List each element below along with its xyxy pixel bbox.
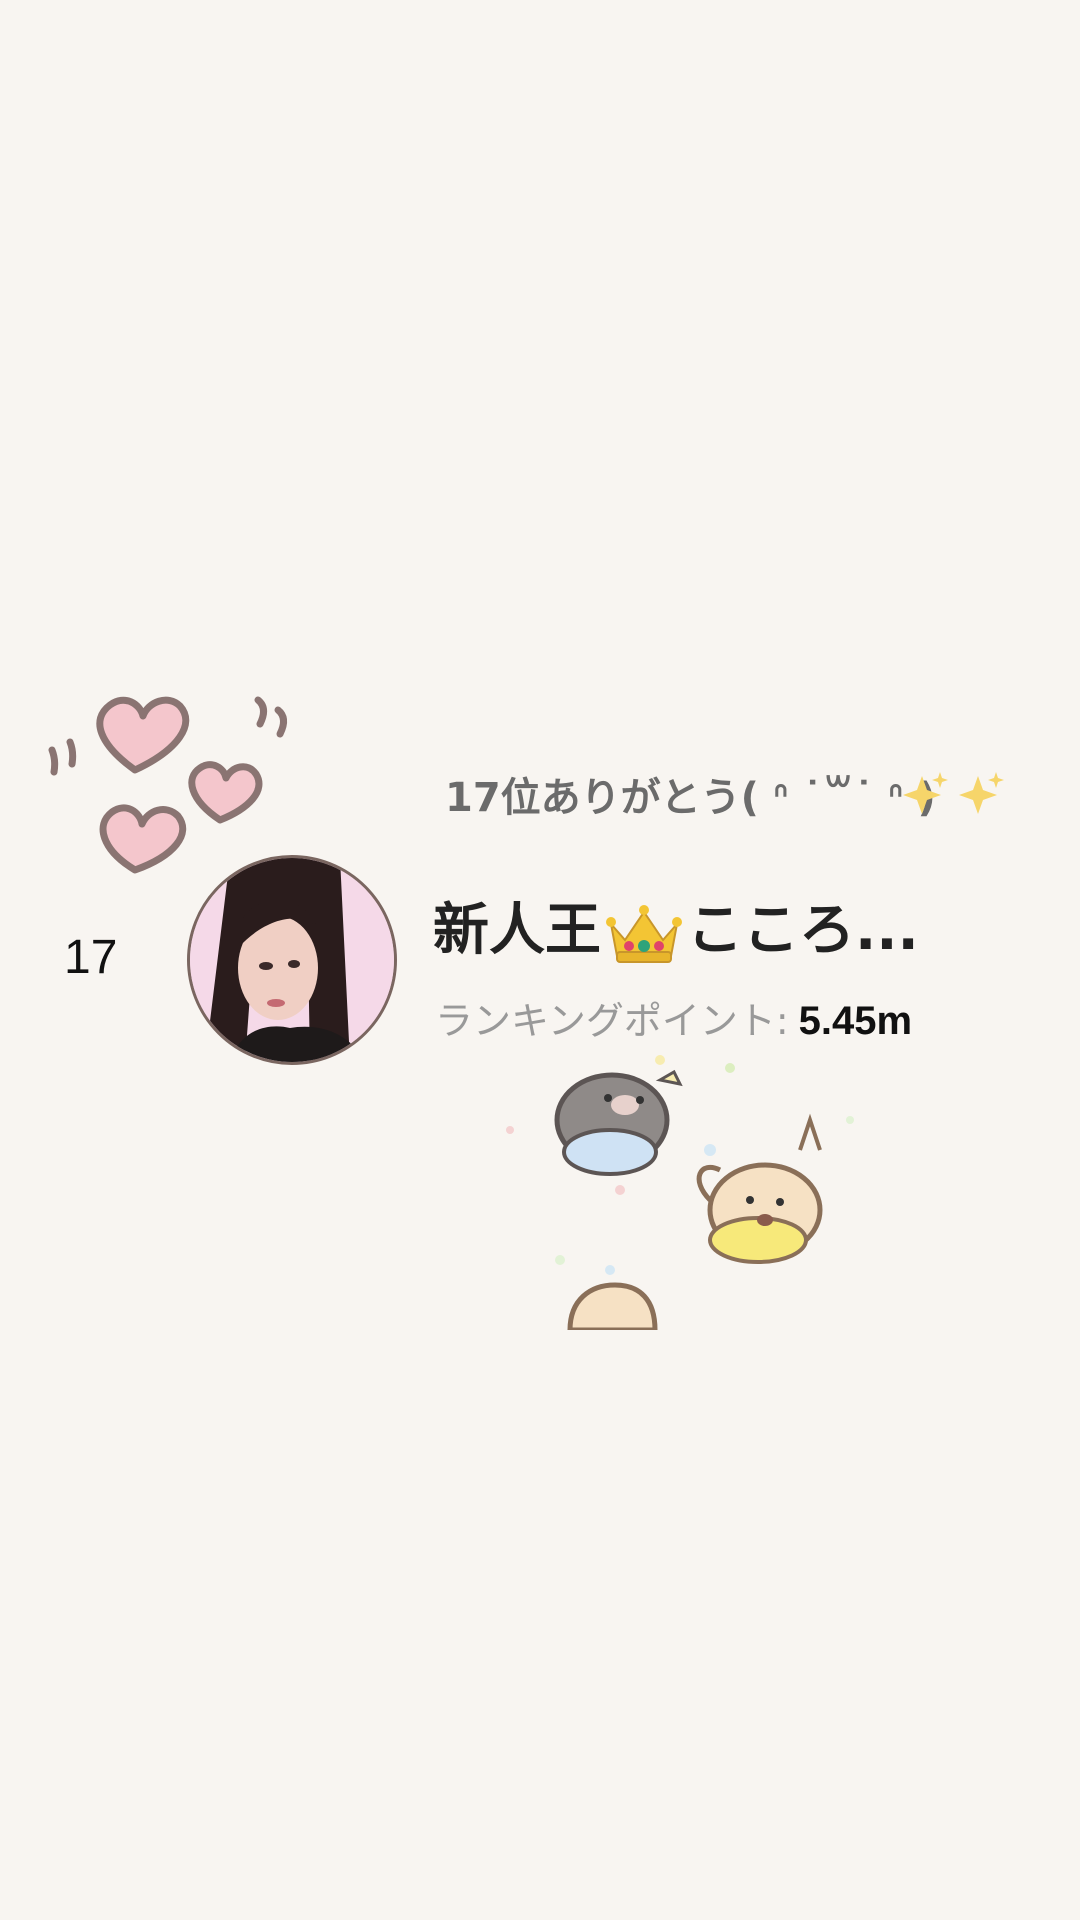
user-name[interactable]: 新人王 こころ... [433, 885, 919, 966]
user-avatar[interactable] [187, 855, 397, 1065]
sparkles-icon [903, 772, 1004, 814]
crown-icon [606, 904, 682, 963]
thanks-message: 17位ありがとう( ᐢ ˙꒳​˙ ᐢ ) [445, 775, 936, 821]
points-value: 5.45m [798, 999, 913, 1043]
ranking-entry-screen: 17位ありがとう( ᐢ ˙꒳​˙ ᐢ ) 17 新人王 [0, 0, 1080, 1920]
avatar-photo [190, 858, 394, 1062]
user-name-prefix: 新人王 [433, 898, 601, 963]
animal-stickers [506, 1055, 854, 1330]
points-label: ランキングポイント: [435, 999, 789, 1043]
hearts-icon [48, 696, 287, 874]
ranking-points-row: ランキングポイント: 5.45m [435, 990, 912, 1045]
user-name-suffix: こころ... [687, 898, 919, 963]
rank-number: 17 [64, 931, 118, 984]
